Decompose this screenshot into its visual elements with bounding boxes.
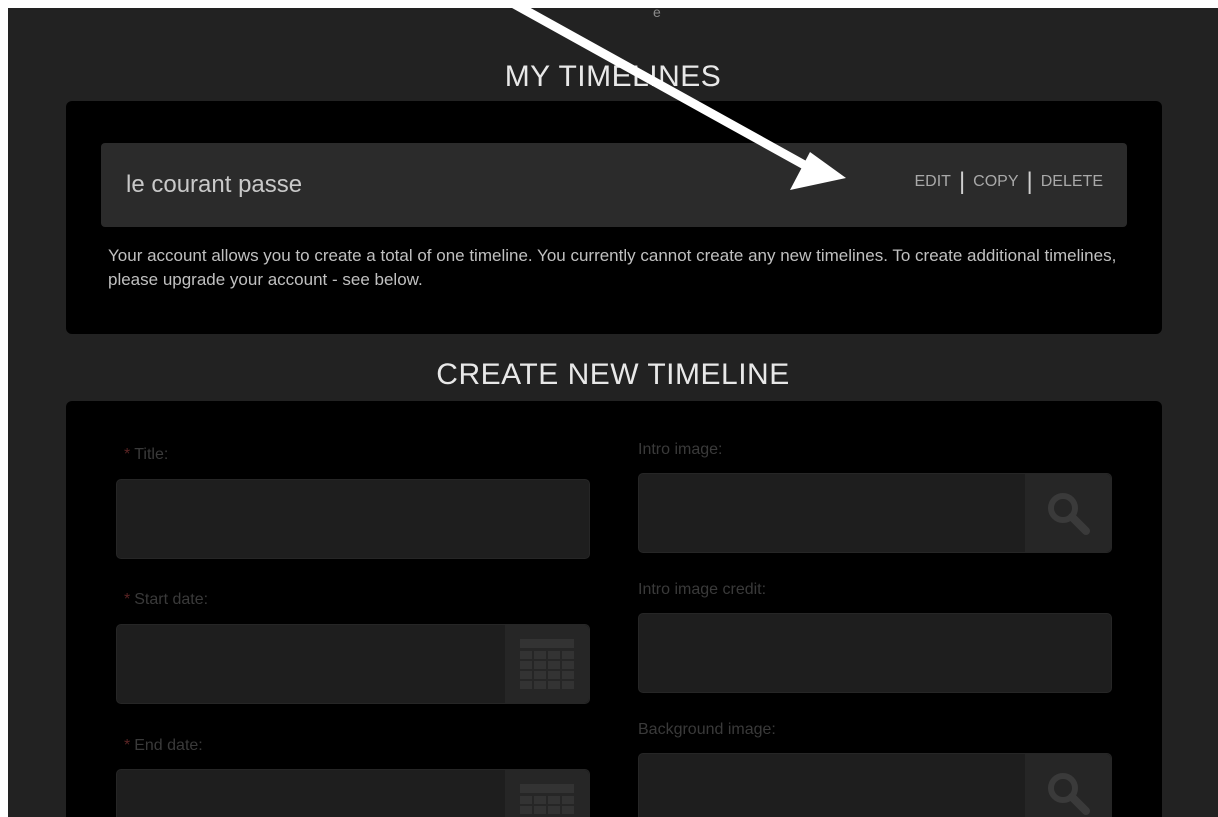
timeline-row: le courant passe EDIT | COPY | DELETE <box>101 143 1127 227</box>
calendar-button[interactable] <box>505 770 589 817</box>
calendar-icon <box>520 639 574 689</box>
title-label-text: Title: <box>134 446 169 463</box>
top-text-fragment: e <box>653 8 661 20</box>
calendar-icon <box>520 784 574 814</box>
copy-link[interactable]: COPY <box>973 173 1018 191</box>
delete-link[interactable]: DELETE <box>1041 173 1103 191</box>
title-label: * Title: <box>124 446 168 464</box>
my-timelines-panel: le courant passe EDIT | COPY | DELETE Yo… <box>66 101 1162 334</box>
background-image-input[interactable] <box>639 754 1027 817</box>
search-icon <box>1048 773 1090 815</box>
create-timeline-form: * Title: * Start date: * End date: Intro… <box>66 401 1162 817</box>
end-date-input[interactable] <box>117 770 507 817</box>
required-marker: * <box>124 737 131 754</box>
intro-image-credit-input[interactable] <box>639 614 1111 692</box>
end-date-label-text: End date: <box>134 737 203 754</box>
required-marker: * <box>124 446 131 463</box>
edit-link[interactable]: EDIT <box>914 173 950 191</box>
start-date-field-wrapper <box>116 624 590 704</box>
intro-image-credit-field-wrapper <box>638 613 1112 693</box>
timeline-name: le courant passe <box>126 171 303 198</box>
end-date-field-wrapper <box>116 769 590 817</box>
required-marker: * <box>124 591 131 608</box>
search-icon <box>1048 493 1090 535</box>
start-date-input[interactable] <box>117 625 507 703</box>
background-image-field-wrapper <box>638 753 1112 817</box>
calendar-button[interactable] <box>505 625 589 703</box>
intro-image-field-wrapper <box>638 473 1112 553</box>
intro-image-label: Intro image: <box>638 441 723 458</box>
timeline-actions: EDIT | COPY | DELETE <box>914 168 1103 195</box>
app-window: e MY TIMELINES le courant passe EDIT | C… <box>8 8 1218 817</box>
account-limit-note: Your account allows you to create a tota… <box>108 246 1117 289</box>
end-date-label: * End date: <box>124 737 203 755</box>
my-timelines-heading: MY TIMELINES <box>504 60 722 93</box>
start-date-label-text: Start date: <box>134 591 209 608</box>
title-field-wrapper <box>116 479 590 559</box>
intro-image-input[interactable] <box>639 474 1027 552</box>
title-input[interactable] <box>117 480 589 558</box>
background-image-browse-button[interactable] <box>1025 754 1111 817</box>
action-separator: | <box>1026 168 1033 195</box>
intro-image-credit-label: Intro image credit: <box>638 581 767 598</box>
create-timeline-heading: CREATE NEW TIMELINE <box>436 358 790 391</box>
start-date-label: * Start date: <box>124 591 208 609</box>
background-image-label: Background image: <box>638 721 776 738</box>
intro-image-browse-button[interactable] <box>1025 474 1111 552</box>
action-separator: | <box>958 168 966 195</box>
